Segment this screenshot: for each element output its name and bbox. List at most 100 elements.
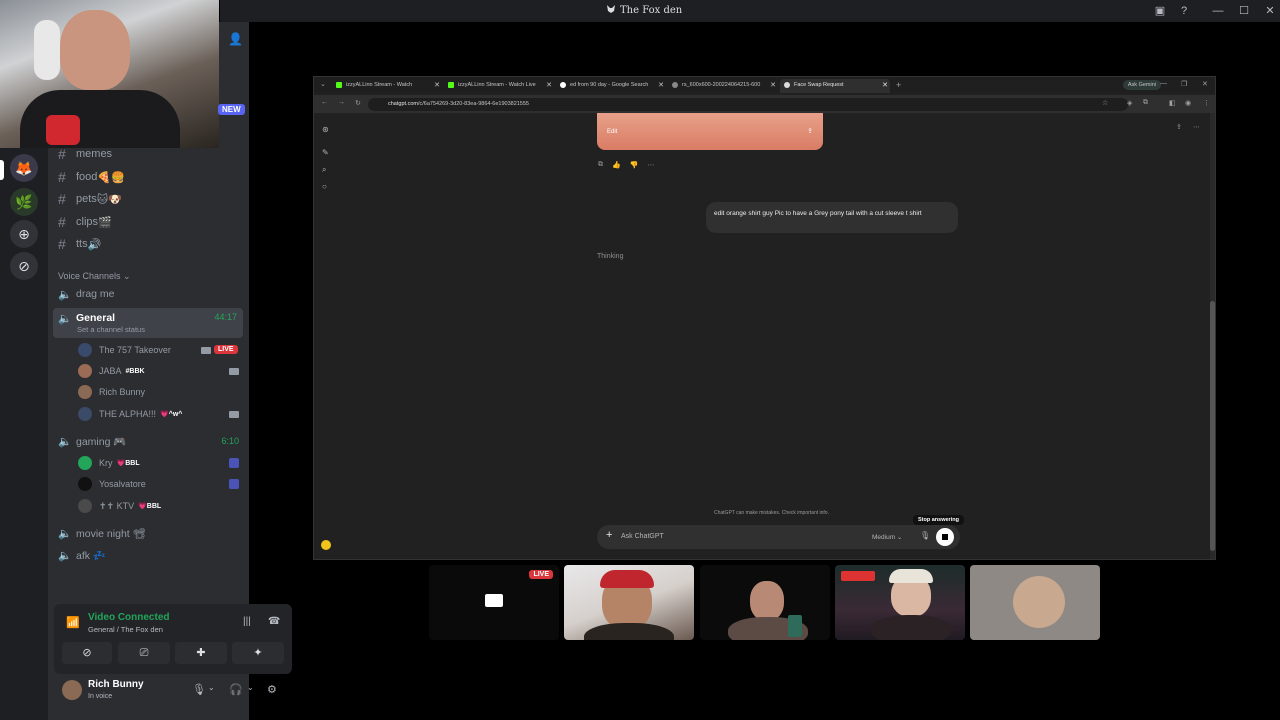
image-edit-button[interactable]: Edit (607, 129, 617, 135)
minimize-button[interactable]: — (1210, 3, 1226, 19)
voice-user[interactable]: THE ALPHA!!! 💗^w^ (78, 405, 182, 423)
inbox-icon[interactable]: ▣ (1152, 3, 1168, 19)
channel-label: tts (76, 238, 88, 250)
microphone-icon[interactable]: 🎙 (920, 531, 930, 540)
more-icon[interactable]: ⋯ (647, 161, 654, 169)
back-icon[interactable]: ← (321, 99, 328, 106)
screen-share-button[interactable]: ⎚ (118, 642, 170, 664)
search-icon[interactable]: ⌕ (322, 165, 326, 175)
address-bar[interactable]: chatgpt.com/c/6a754269-3d20-83ea-9864-6e… (368, 98, 1128, 111)
voice-user[interactable]: ✝✝ KTV 💗BBL (78, 497, 161, 515)
discover-icon[interactable]: ⊘ (10, 252, 38, 280)
stream-tile-user[interactable] (700, 565, 830, 640)
chat-input[interactable]: Ask ChatGPT (621, 533, 664, 540)
close-tab-icon[interactable]: ✕ (658, 81, 664, 89)
restore-icon[interactable]: ❐ (1181, 80, 1187, 88)
library-icon[interactable]: ○ (322, 182, 327, 191)
forward-icon[interactable]: → (338, 99, 345, 106)
channel-tts[interactable]: # tts 🔊 (58, 234, 101, 254)
signal-icon[interactable]: 📶 (66, 616, 80, 629)
scrollbar-thumb[interactable] (1210, 301, 1215, 551)
chatgpt-logo-icon[interactable]: ⊛ (322, 125, 329, 134)
channel-clips[interactable]: # clips 🎬 (58, 212, 112, 232)
settings-gear-icon[interactable]: ⚙ (267, 683, 277, 696)
voice-channel-general[interactable]: 🔈 General 44:17 Set a channel status (53, 308, 243, 338)
activities-button[interactable]: ✚ (175, 642, 227, 664)
tab-search-icon[interactable]: ⌄ (320, 80, 326, 88)
page-scrollbar[interactable] (1210, 113, 1215, 559)
voice-user[interactable]: Yosalvatore (78, 475, 146, 493)
server-icon[interactable]: 🌿 (10, 188, 38, 216)
stop-button[interactable] (936, 528, 954, 546)
share-icon[interactable]: ⇪ (1176, 123, 1182, 131)
ask-gemini-button[interactable]: Ask Gemini (1122, 80, 1161, 90)
chevron-down-icon[interactable]: ⌄ (208, 683, 215, 692)
soundboard-button[interactable]: ✦ (232, 642, 284, 664)
add-server-icon[interactable]: ⊕ (10, 220, 38, 248)
hash-icon: # (58, 146, 66, 162)
stream-tile-user[interactable] (564, 565, 694, 640)
stream-tile-avatar[interactable] (970, 565, 1100, 640)
username[interactable]: Rich Bunny (88, 679, 144, 690)
stream-tile-user[interactable] (835, 565, 965, 640)
profile-icon[interactable]: ◉ (1185, 99, 1191, 107)
voice-user[interactable]: JABA #BBK (78, 362, 145, 380)
voice-channel-afk[interactable]: 🔈 afk 💤 (58, 545, 106, 565)
browser-tab-active[interactable]: Face Swap Request ✕ (780, 79, 890, 93)
avatar[interactable] (62, 680, 82, 700)
chat-composer[interactable]: + Ask ChatGPT Medium ⌄ 🎙 (597, 525, 960, 549)
generated-image[interactable]: Edit ⇪ (597, 113, 823, 150)
more-options-icon[interactable]: ⋯ (1193, 123, 1200, 131)
microphone-icon[interactable]: 🎙 (192, 683, 206, 696)
image-share-icon[interactable]: ⇪ (807, 127, 813, 135)
voice-user-name: Yosalvatore (99, 479, 146, 489)
browser-tab[interactable]: ed from 90 day - Google Search ✕ (556, 79, 666, 93)
reload-icon[interactable]: ↻ (355, 99, 361, 107)
voice-user[interactable]: Kry 💗BBL (78, 454, 140, 472)
close-tab-icon[interactable]: ✕ (882, 81, 888, 89)
extension-icon[interactable]: ◧ (1169, 99, 1176, 107)
browser-tab[interactable]: izzyALLinn Stream - Watch ✕ (332, 79, 442, 93)
close-tab-icon[interactable]: ✕ (434, 81, 440, 89)
close-tab-icon[interactable]: ✕ (770, 81, 776, 89)
extension-icon[interactable]: ◈ (1127, 99, 1132, 107)
stream-tile-screen[interactable]: LIVE (429, 565, 559, 640)
category-voice-channels[interactable]: Voice Channels ⌄ (58, 271, 131, 282)
camera-off-button[interactable]: ⊘ (62, 642, 112, 664)
voice-user[interactable]: The 757 Takeover (78, 341, 171, 359)
headphones-icon[interactable]: 🎧 (229, 683, 243, 696)
voice-user[interactable]: Rich Bunny (78, 383, 145, 401)
help-icon[interactable]: ? (1176, 3, 1192, 19)
minimize-icon[interactable]: — (1160, 80, 1167, 87)
channel-pets[interactable]: # pets 🐱🐶 (58, 189, 122, 209)
globe-icon (672, 82, 678, 88)
extensions-icon[interactable]: ⧉ (1143, 99, 1148, 107)
voice-channel-gaming[interactable]: 🔈 gaming 🎮 (58, 431, 126, 451)
new-chat-icon[interactable]: ✎ (322, 148, 329, 157)
voice-channel-movie-night[interactable]: 🔈 movie night 📽 (58, 523, 146, 543)
plus-icon[interactable]: + (606, 529, 612, 541)
model-selector[interactable]: Medium ⌄ (872, 533, 902, 541)
chevron-down-icon[interactable]: ⌄ (247, 683, 254, 692)
server-fox-den[interactable]: 🦊 (10, 154, 38, 182)
noise-suppression-icon[interactable]: ||| (243, 616, 251, 627)
channel-food[interactable]: # food 🍕🍔 (58, 167, 125, 187)
invite-icon[interactable]: 👤 (228, 32, 243, 46)
copy-icon[interactable]: ⧉ (598, 161, 603, 169)
new-tab-icon[interactable]: + (896, 80, 901, 90)
browser-tab[interactable]: rs_600x600-200224064215-600 ✕ (668, 79, 778, 93)
avatar (78, 499, 92, 513)
bookmark-star-icon[interactable]: ☆ (1102, 99, 1108, 107)
thumbs-down-icon[interactable]: 👎 (630, 161, 639, 169)
channel-status[interactable]: Set a channel status (77, 325, 145, 334)
close-tab-icon[interactable]: ✕ (546, 81, 552, 89)
close-button[interactable]: ✕ (1262, 3, 1278, 19)
browser-tab[interactable]: izzyALLinn Stream - Watch Live ✕ (444, 79, 554, 93)
voice-channel-drag-me[interactable]: 🔈 drag me (58, 284, 115, 304)
voice-channel-path[interactable]: General / The Fox den (88, 625, 163, 634)
maximize-button[interactable]: ☐ (1236, 3, 1252, 19)
menu-icon[interactable]: ⋮ (1203, 99, 1210, 107)
disconnect-icon[interactable]: ☎ (268, 616, 280, 627)
thumbs-up-icon[interactable]: 👍 (612, 161, 621, 169)
close-icon[interactable]: ✕ (1202, 80, 1208, 88)
